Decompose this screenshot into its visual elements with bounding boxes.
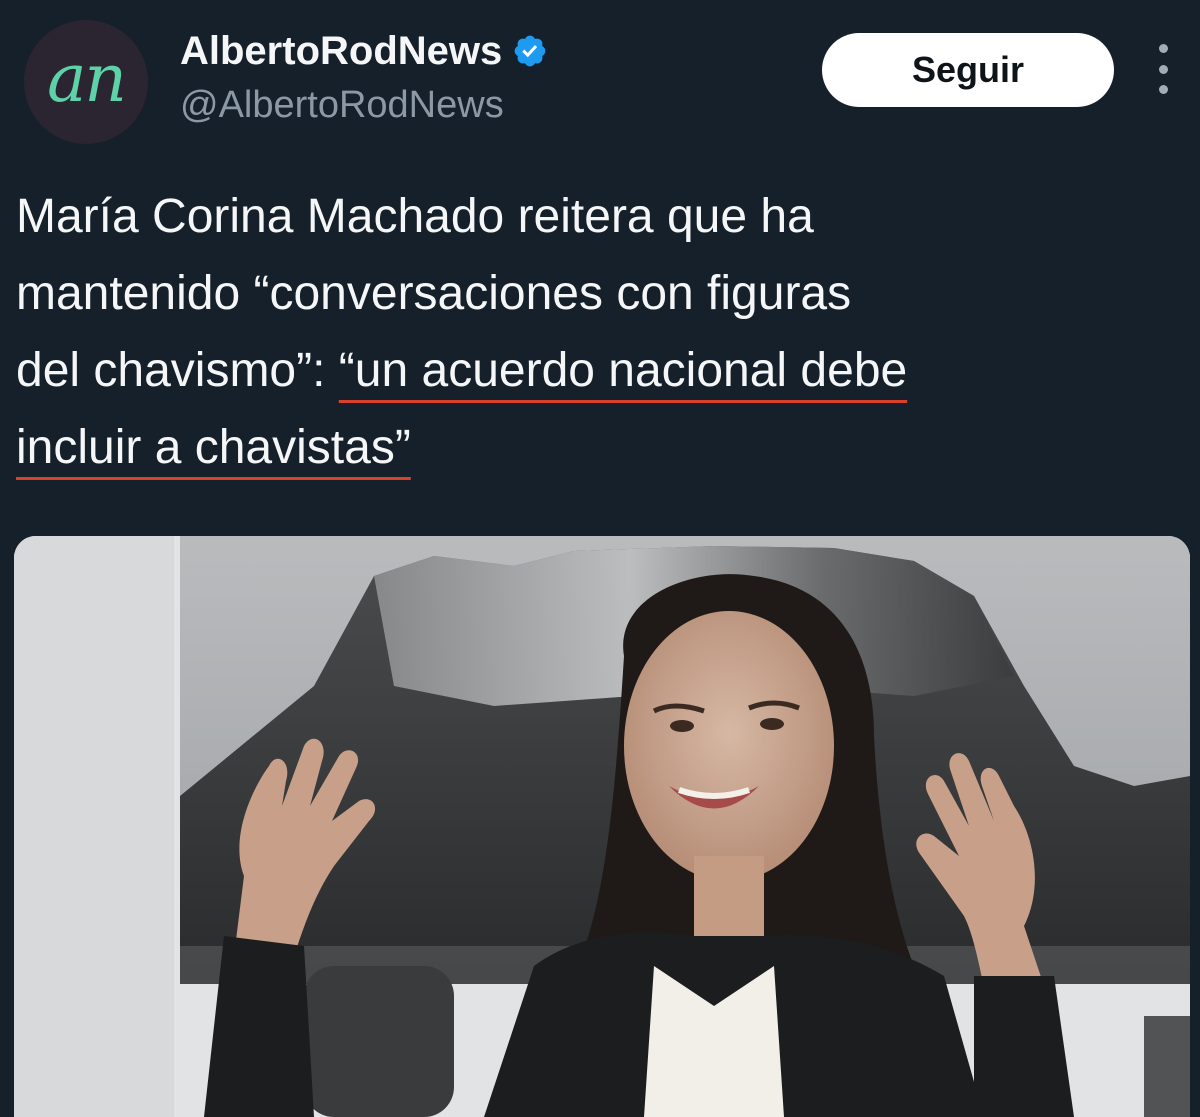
headline-line-4: incluir a chavistas” (16, 409, 1186, 486)
tweet-card: an AlbertoRodNews @AlbertoRodNews Seguir… (0, 0, 1200, 1117)
underlined-quote-part-1: “un acuerdo nacional debe (338, 344, 908, 397)
follow-button[interactable]: Seguir (822, 33, 1114, 107)
headline-line-3: del chavismo”: “un acuerdo nacional debe (16, 332, 1186, 409)
photo-illustration (14, 536, 1190, 1117)
post-headline: María Corina Machado reitera que ha mant… (16, 178, 1186, 486)
headline-line-1: María Corina Machado reitera que ha (16, 190, 814, 243)
headline-line-2: mantenido “conversaciones con figuras (16, 267, 852, 320)
underlined-quote-part-2: incluir a chavistas” (16, 421, 411, 474)
headline-line-3a: del chavismo”: (16, 344, 339, 397)
author-handle[interactable]: @AlbertoRodNews (180, 84, 504, 127)
display-name[interactable]: AlbertoRodNews (180, 29, 502, 74)
verified-badge-icon (514, 35, 546, 67)
post-photo[interactable] (14, 536, 1190, 1117)
avatar-logo-text: an (47, 39, 127, 117)
more-options-icon[interactable] (1148, 44, 1178, 94)
author-name-row: AlbertoRodNews (180, 26, 548, 76)
avatar[interactable]: an (24, 20, 148, 144)
